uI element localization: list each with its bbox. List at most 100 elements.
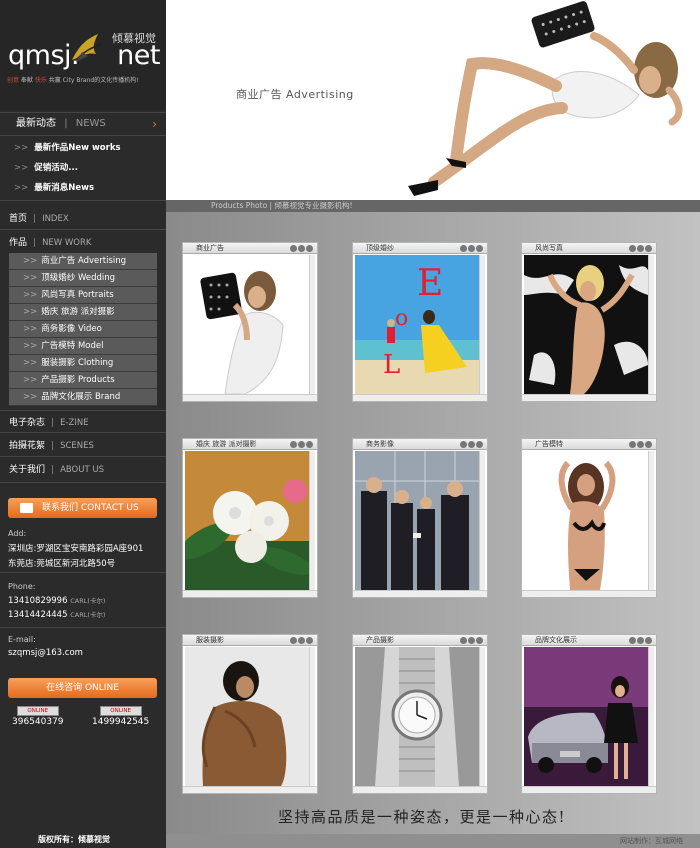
- motto-text: 坚持高品质是一种姿态，更是一种心态!: [278, 808, 567, 826]
- header-banner: 商业广告 Advertising: [166, 0, 700, 200]
- nav-scenes[interactable]: 拍摄花絮 | SCENES: [9, 438, 94, 451]
- news-item[interactable]: >> 最新作品New works: [0, 138, 166, 158]
- divider: [0, 456, 166, 457]
- work-submenu: >> 商业广告 Advertising >> 顶级婚纱 Wedding >> 风尚写真…: [9, 253, 157, 406]
- card-title: 商业广告: [183, 243, 317, 254]
- scrollbar[interactable]: [479, 451, 485, 590]
- gallery-card-products[interactable]: 产品摄影: [352, 634, 488, 794]
- products-strip: Products Photo | 倾慕视觉专业摄影机构!: [166, 200, 700, 212]
- window-button-icon: [476, 637, 483, 644]
- nav-home[interactable]: 首页 | INDEX: [9, 211, 69, 224]
- gallery: 商业广告 顶级婚纱 E o L 风尚写真 婚庆 旅游 派对摄影 商务影像 广告模…: [166, 212, 700, 834]
- svg-text:o: o: [395, 306, 408, 331]
- photo-wedding: E o L: [355, 255, 479, 394]
- window-button-icon: [290, 637, 297, 644]
- window-button-icon: [290, 441, 297, 448]
- scrollbar[interactable]: [479, 647, 485, 786]
- divider: [0, 410, 166, 411]
- card-title: 风尚写真: [522, 243, 656, 254]
- divider: [0, 432, 166, 433]
- gallery-card-portraits[interactable]: 风尚写真: [521, 242, 657, 402]
- window-button-icon: [629, 441, 636, 448]
- card-title: 品牌文化展示: [522, 635, 656, 646]
- divider: [0, 627, 166, 628]
- scrollbar[interactable]: [309, 255, 315, 394]
- photo-advertising: [185, 255, 309, 394]
- window-button-icon: [637, 441, 644, 448]
- card-title: 产品摄影: [353, 635, 487, 646]
- nav-work[interactable]: 作品 | NEW WORK: [9, 235, 91, 248]
- nav-about[interactable]: 关于我们 | ABOUT US: [9, 462, 104, 475]
- photo-clothing: [185, 647, 309, 786]
- scrollbar[interactable]: [648, 255, 654, 394]
- window-button-icon: [645, 637, 652, 644]
- window-button-icon: [468, 441, 475, 448]
- divider: [0, 572, 166, 573]
- news-item[interactable]: >> 最新消息News: [0, 178, 166, 198]
- submenu-item-portraits[interactable]: >> 风尚写真 Portraits: [9, 287, 157, 304]
- scrollbar[interactable]: [309, 647, 315, 786]
- window-button-icon: [306, 245, 313, 252]
- model-banner-image: [408, 1, 683, 196]
- news-item[interactable]: >> 促销活动...: [0, 158, 166, 178]
- envelope-icon: [20, 503, 33, 513]
- email-link[interactable]: szqmsj@163.com: [8, 648, 83, 658]
- submenu-item-products[interactable]: >> 产品摄影 Products: [9, 372, 157, 389]
- news-header[interactable]: 最新动态 | NEWS ›: [0, 112, 166, 136]
- window-button-icon: [290, 245, 297, 252]
- scrollbar[interactable]: [309, 451, 315, 590]
- photo-business: [355, 451, 479, 590]
- contact-us-button[interactable]: 联系我们 CONTACT US: [8, 498, 157, 518]
- window-button-icon: [306, 637, 313, 644]
- gallery-card-party[interactable]: 婚庆 旅游 派对摄影: [182, 438, 318, 598]
- gallery-card-model[interactable]: 广告模特: [521, 438, 657, 598]
- card-title: 服装摄影: [183, 635, 317, 646]
- photo-brand: [524, 647, 648, 786]
- photo-portraits: [524, 255, 648, 394]
- window-button-icon: [460, 637, 467, 644]
- window-button-icon: [645, 245, 652, 252]
- news-list: >> 最新作品New works >> 促销活动... >> 最新消息News: [0, 138, 166, 198]
- window-button-icon: [468, 637, 475, 644]
- chevron-right-icon[interactable]: ›: [152, 113, 157, 135]
- window-button-icon: [629, 637, 636, 644]
- online-consult-button[interactable]: 在线咨询 ONLINE: [8, 678, 157, 698]
- qq-contact-2[interactable]: ONLINE 1499942545: [92, 705, 149, 727]
- submenu-item-clothing[interactable]: >> 服装摄影 Clothing: [9, 355, 157, 372]
- window-button-icon: [637, 637, 644, 644]
- window-button-icon: [298, 637, 305, 644]
- submenu-item-advertising[interactable]: >> 商业广告 Advertising: [9, 253, 157, 270]
- submenu-item-party[interactable]: >> 婚庆 旅游 派对摄影: [9, 304, 157, 321]
- email-block: E-mail: szqmsj@163.com: [8, 635, 83, 658]
- scrollbar[interactable]: [479, 255, 485, 394]
- address-block: Add: 深圳店:罗湖区宝安南路彩园A座901 东莞店:莞城区新河北路50号: [8, 529, 144, 569]
- nav-ezine[interactable]: 电子杂志 | E-ZINE: [9, 415, 89, 428]
- divider: [0, 229, 166, 230]
- divider: [0, 482, 166, 483]
- card-title: 顶级婚纱: [353, 243, 487, 254]
- photo-party: [185, 451, 309, 590]
- submenu-item-model[interactable]: >> 广告模特 Model: [9, 338, 157, 355]
- submenu-item-video[interactable]: >> 商务影像 Video: [9, 321, 157, 338]
- svg-text:E: E: [417, 263, 443, 304]
- logo[interactable]: qmsj. net 倾慕视觉 创意 奉献 快乐 共赢 City Brand的文化传…: [0, 0, 166, 110]
- window-button-icon: [476, 441, 483, 448]
- logo-cn: 倾慕视觉: [112, 32, 156, 45]
- scrollbar[interactable]: [648, 647, 654, 786]
- sidebar: qmsj. net 倾慕视觉 创意 奉献 快乐 共赢 City Brand的文化传…: [0, 0, 166, 848]
- gallery-card-wedding[interactable]: 顶级婚纱 E o L: [352, 242, 488, 402]
- submenu-item-wedding[interactable]: >> 顶级婚纱 Wedding: [9, 270, 157, 287]
- site-credit-link[interactable]: 互城网络: [655, 836, 683, 846]
- gallery-card-advertising[interactable]: 商业广告: [182, 242, 318, 402]
- gallery-card-clothing[interactable]: 服装摄影: [182, 634, 318, 794]
- copyright: 版权所有：倾慕视觉: [38, 835, 110, 844]
- svg-text:L: L: [383, 350, 400, 380]
- qq-contact-1[interactable]: ONLINE 396540379: [12, 705, 64, 727]
- window-button-icon: [645, 441, 652, 448]
- gallery-card-business[interactable]: 商务影像: [352, 438, 488, 598]
- scrollbar[interactable]: [648, 451, 654, 590]
- window-button-icon: [298, 245, 305, 252]
- gallery-card-brand[interactable]: 品牌文化展示: [521, 634, 657, 794]
- submenu-item-brand[interactable]: >> 品牌文化展示 Brand: [9, 389, 157, 406]
- phone-block: Phone: 13410829996 CARL(卡尔) 13414424445 …: [8, 582, 106, 620]
